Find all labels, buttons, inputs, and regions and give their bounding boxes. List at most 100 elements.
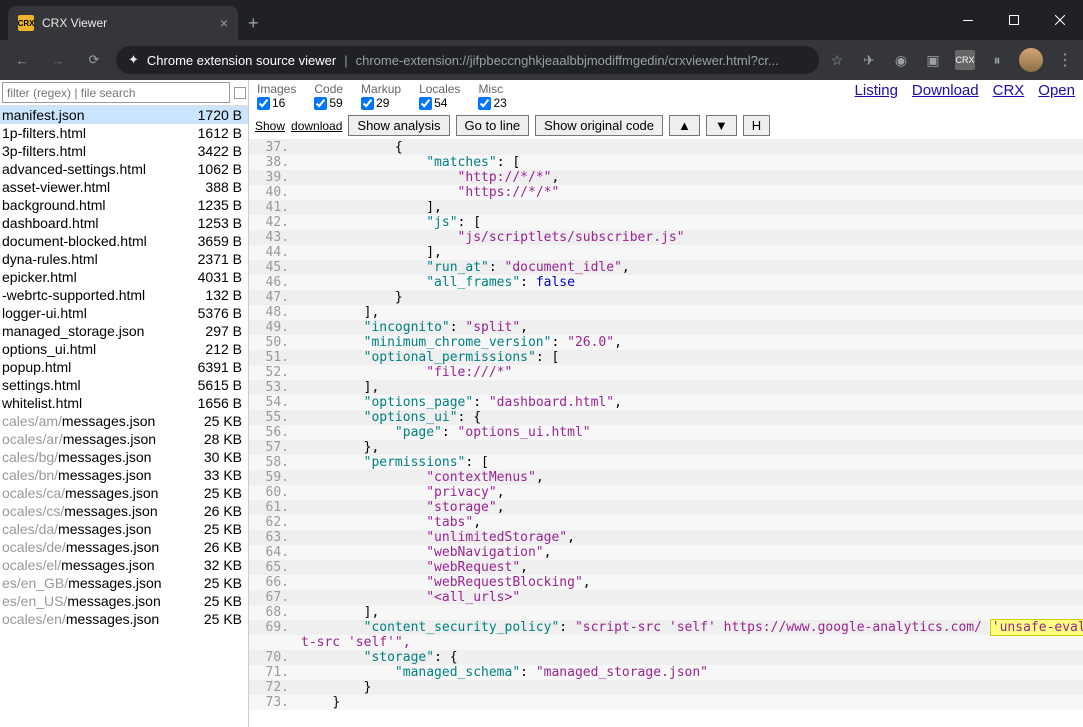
download-file-link[interactable]: download xyxy=(291,119,342,133)
line-number: 41. xyxy=(249,200,301,215)
file-row[interactable]: ocales/ca/messages.json25 KB xyxy=(0,484,248,502)
file-row[interactable]: cales/am/messages.json25 KB xyxy=(0,412,248,430)
file-row[interactable]: dyna-rules.html2371 B xyxy=(0,250,248,268)
file-row[interactable]: cales/bg/messages.json30 KB xyxy=(0,448,248,466)
code-text: "options_page": "dashboard.html", xyxy=(301,395,1083,410)
file-size: 212 B xyxy=(197,341,242,357)
file-row[interactable]: ocales/ar/messages.json28 KB xyxy=(0,430,248,448)
plane-icon[interactable]: ✈ xyxy=(859,50,879,70)
file-row[interactable]: dashboard.html1253 B xyxy=(0,214,248,232)
file-row[interactable]: whitelist.html1656 B xyxy=(0,394,248,412)
file-size: 26 KB xyxy=(196,539,242,555)
line-number: 42. xyxy=(249,215,301,230)
file-size: 25 KB xyxy=(196,593,242,609)
images-checkbox[interactable] xyxy=(257,97,270,110)
code-viewer[interactable]: 37. {38. "matches": [39. "http://*/*",40… xyxy=(249,140,1083,727)
file-row[interactable]: 3p-filters.html3422 B xyxy=(0,142,248,160)
file-row[interactable]: asset-viewer.html388 B xyxy=(0,178,248,196)
address-bar[interactable]: ✦ Chrome extension source viewer | chrom… xyxy=(116,46,819,74)
minimize-button[interactable] xyxy=(945,0,991,40)
next-button[interactable]: ▼ xyxy=(706,115,737,136)
stat-label: Code xyxy=(314,82,343,96)
forward-button[interactable]: → xyxy=(44,46,72,74)
show-link[interactable]: Show xyxy=(255,119,285,133)
new-tab-button[interactable]: + xyxy=(248,13,259,34)
misc-checkbox[interactable] xyxy=(478,97,491,110)
file-row[interactable]: epicker.html4031 B xyxy=(0,268,248,286)
file-name: dyna-rules.html xyxy=(2,251,98,267)
file-row[interactable]: managed_storage.json297 B xyxy=(0,322,248,340)
line-number: 48. xyxy=(249,305,301,320)
show-analysis-button[interactable]: Show analysis xyxy=(348,115,449,136)
crx-link[interactable]: CRX xyxy=(993,82,1025,99)
code-text: ], xyxy=(301,305,1083,320)
file-size: 132 B xyxy=(197,287,242,303)
file-name: epicker.html xyxy=(2,269,77,285)
shield-icon[interactable]: ◉ xyxy=(891,50,911,70)
locales-checkbox[interactable] xyxy=(419,97,432,110)
code-line: 37. { xyxy=(249,140,1083,155)
close-window-button[interactable] xyxy=(1037,0,1083,40)
code-line: 72. } xyxy=(249,680,1083,695)
stat-label: Markup xyxy=(361,82,401,96)
box-icon[interactable]: ▣ xyxy=(923,50,943,70)
file-row[interactable]: advanced-settings.html1062 B xyxy=(0,160,248,178)
download-link[interactable]: Download xyxy=(912,82,979,99)
code-toolbar: Show download Show analysis Go to line S… xyxy=(249,112,1083,140)
file-row[interactable]: options_ui.html212 B xyxy=(0,340,248,358)
markup-checkbox[interactable] xyxy=(361,97,374,110)
file-row[interactable]: 1p-filters.html1612 B xyxy=(0,124,248,142)
code-line: 65. "webRequest", xyxy=(249,560,1083,575)
file-size: 33 KB xyxy=(196,467,242,483)
crx-icon[interactable]: CRX xyxy=(955,50,975,70)
code-line-wrap: t-src 'self'", xyxy=(249,635,1083,650)
file-row[interactable]: ocales/cs/messages.json26 KB xyxy=(0,502,248,520)
code-text: "http://*/*", xyxy=(301,170,1083,185)
file-name: dashboard.html xyxy=(2,215,99,231)
file-row[interactable]: logger-ui.html5376 B xyxy=(0,304,248,322)
back-button[interactable]: ← xyxy=(8,46,36,74)
file-row[interactable]: es/en_GB/messages.json25 KB xyxy=(0,574,248,592)
address-title: Chrome extension source viewer xyxy=(147,53,336,68)
file-row[interactable]: document-blocked.html3659 B xyxy=(0,232,248,250)
code-line: 50. "minimum_chrome_version": "26.0", xyxy=(249,335,1083,350)
code-checkbox[interactable] xyxy=(314,97,327,110)
file-row[interactable]: popup.html6391 B xyxy=(0,358,248,376)
pause-icon[interactable]: ⏸ xyxy=(987,50,1007,70)
file-name: managed_storage.json xyxy=(2,323,144,339)
maximize-button[interactable] xyxy=(991,0,1037,40)
page-content: manifest.json1720 B1p-filters.html1612 B… xyxy=(0,80,1083,727)
file-row[interactable]: ocales/de/messages.json26 KB xyxy=(0,538,248,556)
menu-button[interactable]: ⋮ xyxy=(1055,50,1075,70)
show-original-button[interactable]: Show original code xyxy=(535,115,663,136)
bookmark-icon[interactable]: ☆ xyxy=(827,50,847,70)
file-row[interactable]: es/en_US/messages.json25 KB xyxy=(0,592,248,610)
line-number: 45. xyxy=(249,260,301,275)
file-row[interactable]: settings.html5615 B xyxy=(0,376,248,394)
line-number: 69. xyxy=(249,620,301,635)
code-line: 60. "privacy", xyxy=(249,485,1083,500)
file-row[interactable]: ocales/en/messages.json25 KB xyxy=(0,610,248,628)
file-row[interactable]: -webrtc-supported.html132 B xyxy=(0,286,248,304)
file-row[interactable]: ocales/el/messages.json32 KB xyxy=(0,556,248,574)
line-number: 68. xyxy=(249,605,301,620)
browser-tab[interactable]: CRX CRX Viewer × xyxy=(8,6,238,40)
reload-button[interactable]: ⟳ xyxy=(80,46,108,74)
prev-button[interactable]: ▲ xyxy=(669,115,700,136)
open-link[interactable]: Open xyxy=(1038,82,1075,99)
file-name: whitelist.html xyxy=(2,395,82,411)
file-row[interactable]: cales/bn/messages.json33 KB xyxy=(0,466,248,484)
code-text: } xyxy=(301,680,1083,695)
file-row[interactable]: manifest.json1720 B xyxy=(0,106,248,124)
tab-close-button[interactable]: × xyxy=(220,15,228,31)
search-toggle[interactable] xyxy=(234,87,246,99)
file-row[interactable]: background.html1235 B xyxy=(0,196,248,214)
file-list[interactable]: manifest.json1720 B1p-filters.html1612 B… xyxy=(0,106,248,727)
stat-misc: Misc 23 xyxy=(478,82,506,110)
h-button[interactable]: H xyxy=(743,115,770,136)
go-to-line-button[interactable]: Go to line xyxy=(456,115,530,136)
profile-avatar[interactable] xyxy=(1019,48,1043,72)
file-row[interactable]: cales/da/messages.json25 KB xyxy=(0,520,248,538)
listing-link[interactable]: Listing xyxy=(855,82,898,99)
file-search-input[interactable] xyxy=(2,82,230,103)
